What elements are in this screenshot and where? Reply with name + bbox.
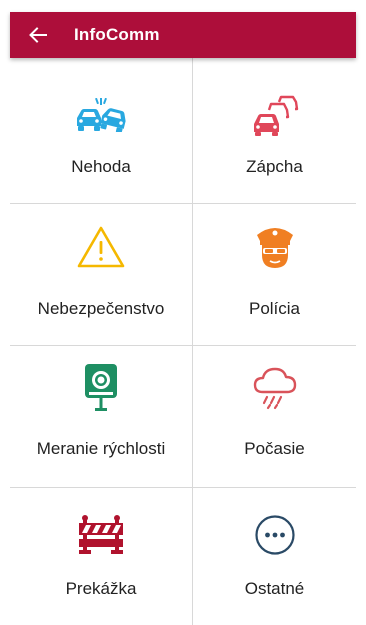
tile-label: Nebezpečenstvo	[37, 299, 165, 318]
weather-icon	[247, 364, 303, 410]
tile-policia[interactable]: Polícia	[193, 204, 356, 346]
tile-meranie-rychlosti[interactable]: Meranie rýchlosti	[10, 346, 193, 488]
tile-nebezpecenstvo[interactable]: Nebezpečenstvo	[10, 204, 193, 346]
tile-label: Meranie rýchlosti	[36, 439, 166, 458]
more-icon	[247, 512, 303, 558]
warning-icon	[73, 224, 129, 270]
traffic-jam-icon	[247, 92, 303, 138]
tile-zapcha[interactable]: Zápcha	[193, 58, 356, 204]
tile-label: Nehoda	[71, 157, 131, 176]
tile-prekazka[interactable]: Prekážka	[10, 488, 193, 625]
tile-ostatne[interactable]: Ostatné	[193, 488, 356, 625]
tile-label: Prekážka	[65, 579, 137, 598]
tile-label: Počasie	[244, 439, 305, 458]
tile-nehoda[interactable]: Nehoda	[10, 58, 193, 204]
tile-label: Ostatné	[244, 579, 305, 598]
speed-camera-icon	[73, 364, 129, 411]
tile-pocasie[interactable]: Počasie	[193, 346, 356, 488]
app-screen: InfoComm Nehoda Zápcha Nebezpečenstvo Po…	[0, 0, 366, 625]
back-arrow-icon	[29, 27, 47, 43]
app-bar: InfoComm	[10, 12, 356, 58]
category-grid: Nehoda Zápcha Nebezpečenstvo Polícia Mer…	[10, 58, 356, 625]
app-title: InfoComm	[74, 25, 160, 44]
back-button[interactable]	[26, 23, 50, 47]
tile-label: Polícia	[248, 299, 301, 318]
car-crash-icon	[73, 92, 129, 138]
roadblock-icon	[73, 512, 129, 558]
tile-label: Zápcha	[246, 157, 303, 176]
police-icon	[247, 224, 303, 270]
